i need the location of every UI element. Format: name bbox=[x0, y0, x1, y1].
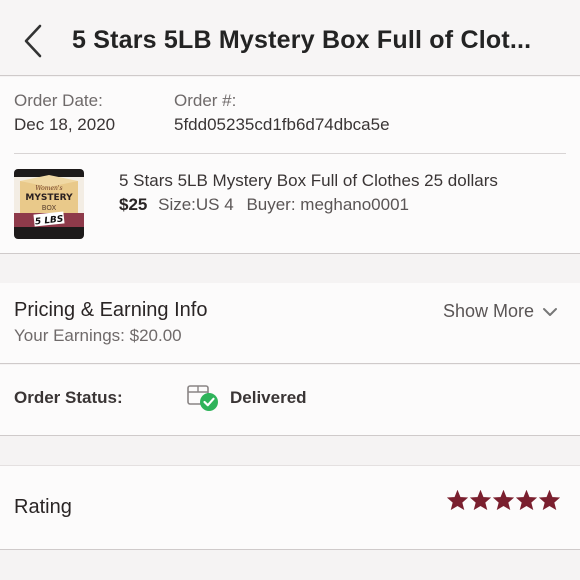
order-number-label: Order #: bbox=[174, 91, 237, 110]
item-buyer[interactable]: Buyer: meghano0001 bbox=[246, 195, 409, 214]
rating-stars bbox=[447, 490, 560, 510]
delivered-box-check-icon bbox=[187, 385, 218, 411]
item-title[interactable]: 5 Stars 5LB Mystery Box Full of Clothes … bbox=[119, 171, 498, 191]
mystery-box-image: Women's MYSTERY BOX 5 LBS bbox=[14, 169, 84, 239]
thumb-line-1: Women's bbox=[35, 185, 62, 192]
thumb-line-2: MYSTERY bbox=[25, 193, 73, 203]
order-status-card: Order Status: Delivered bbox=[0, 365, 580, 436]
back-button[interactable] bbox=[18, 22, 48, 60]
chevron-left-icon bbox=[24, 24, 42, 58]
order-status-value: Delivered bbox=[230, 388, 307, 407]
top-bar: 5 Stars 5LB Mystery Box Full of Clot... bbox=[0, 0, 580, 76]
pricing-title: Pricing & Earning Info bbox=[14, 299, 208, 321]
pricing-card: Pricing & Earning Info Your Earnings: $2… bbox=[0, 283, 580, 364]
show-more-label: Show More bbox=[442, 301, 534, 321]
item-size: Size:US 4 bbox=[158, 195, 234, 214]
order-details-card: Order Date: Dec 18, 2020 Order #: 5fdd05… bbox=[0, 77, 580, 254]
thumb-line-3: BOX bbox=[42, 204, 57, 212]
chevron-down-icon bbox=[543, 307, 557, 316]
divider bbox=[14, 153, 566, 154]
rating-label: Rating bbox=[14, 496, 72, 518]
page-title: 5 Stars 5LB Mystery Box Full of Clot... bbox=[72, 26, 532, 54]
star-icon bbox=[516, 490, 537, 510]
star-icon bbox=[470, 490, 491, 510]
order-date-label: Order Date: bbox=[14, 91, 103, 110]
earnings-text: Your Earnings: $20.00 bbox=[14, 326, 182, 345]
order-date-value: Dec 18, 2020 bbox=[14, 115, 116, 134]
item-thumbnail[interactable]: Women's MYSTERY BOX 5 LBS bbox=[14, 169, 84, 239]
rating-card: Rating bbox=[0, 465, 580, 550]
order-number-value: 5fdd05235cd1fb6d74dbca5e bbox=[174, 115, 390, 134]
show-more-button[interactable]: Show More bbox=[443, 301, 558, 322]
star-icon bbox=[493, 490, 514, 510]
item-price: $25 bbox=[119, 195, 148, 214]
star-icon bbox=[447, 490, 468, 510]
order-status-label: Order Status: bbox=[14, 388, 123, 407]
star-icon bbox=[539, 490, 560, 510]
item-meta: $25 Size:US 4 Buyer: meghano0001 bbox=[119, 195, 409, 215]
